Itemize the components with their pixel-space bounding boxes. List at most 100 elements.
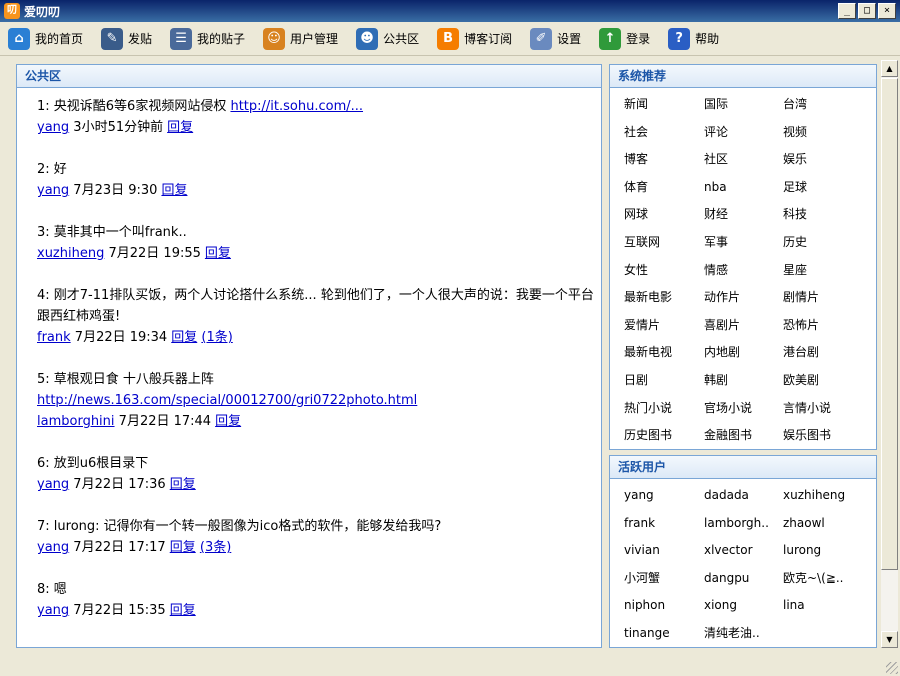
reply-link[interactable]: 回复: [215, 414, 241, 429]
recommend-item[interactable]: 情感: [704, 257, 783, 285]
recommend-item[interactable]: 娱乐: [783, 146, 873, 174]
post-url-link[interactable]: http://it.sohu.com/...: [230, 99, 363, 114]
vertical-scrollbar[interactable]: ▲ ▼: [881, 60, 898, 648]
active-user-item[interactable]: lurong: [783, 537, 873, 565]
active-user-item[interactable]: 小河蟹: [624, 565, 704, 593]
reply-count-link[interactable]: (3条): [200, 540, 231, 555]
toolbar-home-button[interactable]: ⌂ 我的首页: [8, 27, 83, 50]
scroll-up-button[interactable]: ▲: [881, 60, 898, 77]
reply-link[interactable]: 回复: [170, 540, 196, 555]
users-icon: ☺: [263, 27, 286, 50]
recommend-item[interactable]: 财经: [704, 201, 783, 229]
post-item: 8: 嗯 yang 7月22日 15:35 回复: [37, 579, 601, 621]
recommend-item[interactable]: 军事: [704, 229, 783, 257]
recommend-item[interactable]: 日剧: [624, 367, 704, 395]
active-user-item[interactable]: xiong: [704, 592, 783, 620]
reply-link[interactable]: 回复: [170, 603, 196, 618]
recommend-item[interactable]: 国际: [704, 91, 783, 119]
post-author-link[interactable]: yang: [37, 183, 69, 198]
active-user-item[interactable]: xlvector: [704, 537, 783, 565]
minimize-button[interactable]: _: [838, 3, 856, 19]
recommend-item[interactable]: 视频: [783, 119, 873, 147]
recommend-item[interactable]: 喜剧片: [704, 312, 783, 340]
post-author-link[interactable]: yang: [37, 603, 69, 618]
recommend-item[interactable]: 互联网: [624, 229, 704, 257]
active-user-item[interactable]: lamborgh..: [704, 510, 783, 538]
recommend-item[interactable]: 星座: [783, 257, 873, 285]
recommend-item[interactable]: 港台剧: [783, 339, 873, 367]
recommend-item[interactable]: 博客: [624, 146, 704, 174]
post-author-link[interactable]: yang: [37, 540, 69, 555]
recommend-item[interactable]: 内地剧: [704, 339, 783, 367]
toolbar-help-button[interactable]: ? 帮助: [668, 27, 719, 50]
recommend-item[interactable]: 最新电视: [624, 339, 704, 367]
toolbar-myposts-button[interactable]: ☰ 我的贴子: [170, 27, 245, 50]
recommend-item[interactable]: 爱情片: [624, 312, 704, 340]
recommend-item[interactable]: 历史图书: [624, 422, 704, 450]
active-user-item[interactable]: dadada: [704, 482, 783, 510]
post-item: 7: lurong: 记得你有一个转一般图像为ico格式的软件，能够发给我吗? y…: [37, 516, 601, 558]
toolbar-public-button[interactable]: ☻ 公共区: [356, 27, 419, 50]
recommend-item[interactable]: 历史: [783, 229, 873, 257]
active-user-item: [783, 620, 873, 648]
recommend-item[interactable]: 热门小说: [624, 395, 704, 423]
post-author-link[interactable]: frank: [37, 330, 71, 345]
maximize-button[interactable]: □: [858, 3, 876, 19]
post-meta: yang 7月22日 17:17 回复 (3条): [37, 537, 601, 558]
post-author-link[interactable]: yang: [37, 120, 69, 135]
recommend-item[interactable]: nba: [704, 174, 783, 202]
reply-link[interactable]: 回复: [205, 246, 231, 261]
reply-link[interactable]: 回复: [171, 330, 197, 345]
toolbar-users-button[interactable]: ☺ 用户管理: [263, 27, 338, 50]
recommend-item[interactable]: 社区: [704, 146, 783, 174]
recommend-item[interactable]: 官场小说: [704, 395, 783, 423]
recommend-item[interactable]: 新闻: [624, 91, 704, 119]
active-user-item[interactable]: 清纯老油..: [704, 620, 783, 648]
toolbar-blog-button[interactable]: B 博客订阅: [437, 27, 512, 50]
recommend-item[interactable]: 社会: [624, 119, 704, 147]
post-author-link[interactable]: yang: [37, 477, 69, 492]
active-user-item[interactable]: dangpu: [704, 565, 783, 593]
toolbar-settings-button[interactable]: ✐ 设置: [530, 27, 581, 50]
recommend-item[interactable]: 科技: [783, 201, 873, 229]
recommend-item[interactable]: 言情小说: [783, 395, 873, 423]
recommend-item[interactable]: 动作片: [704, 284, 783, 312]
recommend-item[interactable]: 欧美剧: [783, 367, 873, 395]
recommend-item[interactable]: 女性: [624, 257, 704, 285]
scroll-thumb[interactable]: [881, 78, 898, 570]
recommend-item[interactable]: 评论: [704, 119, 783, 147]
recommend-item[interactable]: 剧情片: [783, 284, 873, 312]
reply-link[interactable]: 回复: [167, 120, 193, 135]
recommend-item[interactable]: 足球: [783, 174, 873, 202]
active-user-item[interactable]: vivian: [624, 537, 704, 565]
recommend-item[interactable]: 金融图书: [704, 422, 783, 450]
active-user-item[interactable]: tinange: [624, 620, 704, 648]
toolbar-login-label: 登录: [626, 32, 651, 46]
close-button[interactable]: ×: [878, 3, 896, 19]
toolbar-post-button[interactable]: ✎ 发贴: [101, 27, 153, 50]
active-user-item[interactable]: lina: [783, 592, 873, 620]
active-user-item[interactable]: yang: [624, 482, 704, 510]
active-user-item[interactable]: frank: [624, 510, 704, 538]
reply-link[interactable]: 回复: [161, 183, 187, 198]
recommend-item[interactable]: 最新电影: [624, 284, 704, 312]
recommend-item[interactable]: 韩剧: [704, 367, 783, 395]
resize-grip-icon[interactable]: [886, 662, 898, 674]
active-user-item[interactable]: zhaowl: [783, 510, 873, 538]
toolbar-login-button[interactable]: ↑ 登录: [599, 27, 651, 50]
recommend-item[interactable]: 台湾: [783, 91, 873, 119]
toolbar-post-label: 发贴: [128, 32, 153, 46]
active-user-item[interactable]: 欧克~\(≧..: [783, 565, 873, 593]
recommend-item[interactable]: 娱乐图书: [783, 422, 873, 450]
active-user-item[interactable]: niphon: [624, 592, 704, 620]
recommend-item[interactable]: 恐怖片: [783, 312, 873, 340]
post-author-link[interactable]: xuzhiheng: [37, 246, 104, 261]
scroll-down-button[interactable]: ▼: [881, 631, 898, 648]
post-url-link[interactable]: http://news.163.com/special/00012700/gri…: [37, 393, 417, 408]
recommend-item[interactable]: 网球: [624, 201, 704, 229]
reply-count-link[interactable]: (1条): [201, 330, 232, 345]
recommend-item[interactable]: 体育: [624, 174, 704, 202]
reply-link[interactable]: 回复: [170, 477, 196, 492]
post-author-link[interactable]: lamborghini: [37, 414, 115, 429]
active-user-item[interactable]: xuzhiheng: [783, 482, 873, 510]
